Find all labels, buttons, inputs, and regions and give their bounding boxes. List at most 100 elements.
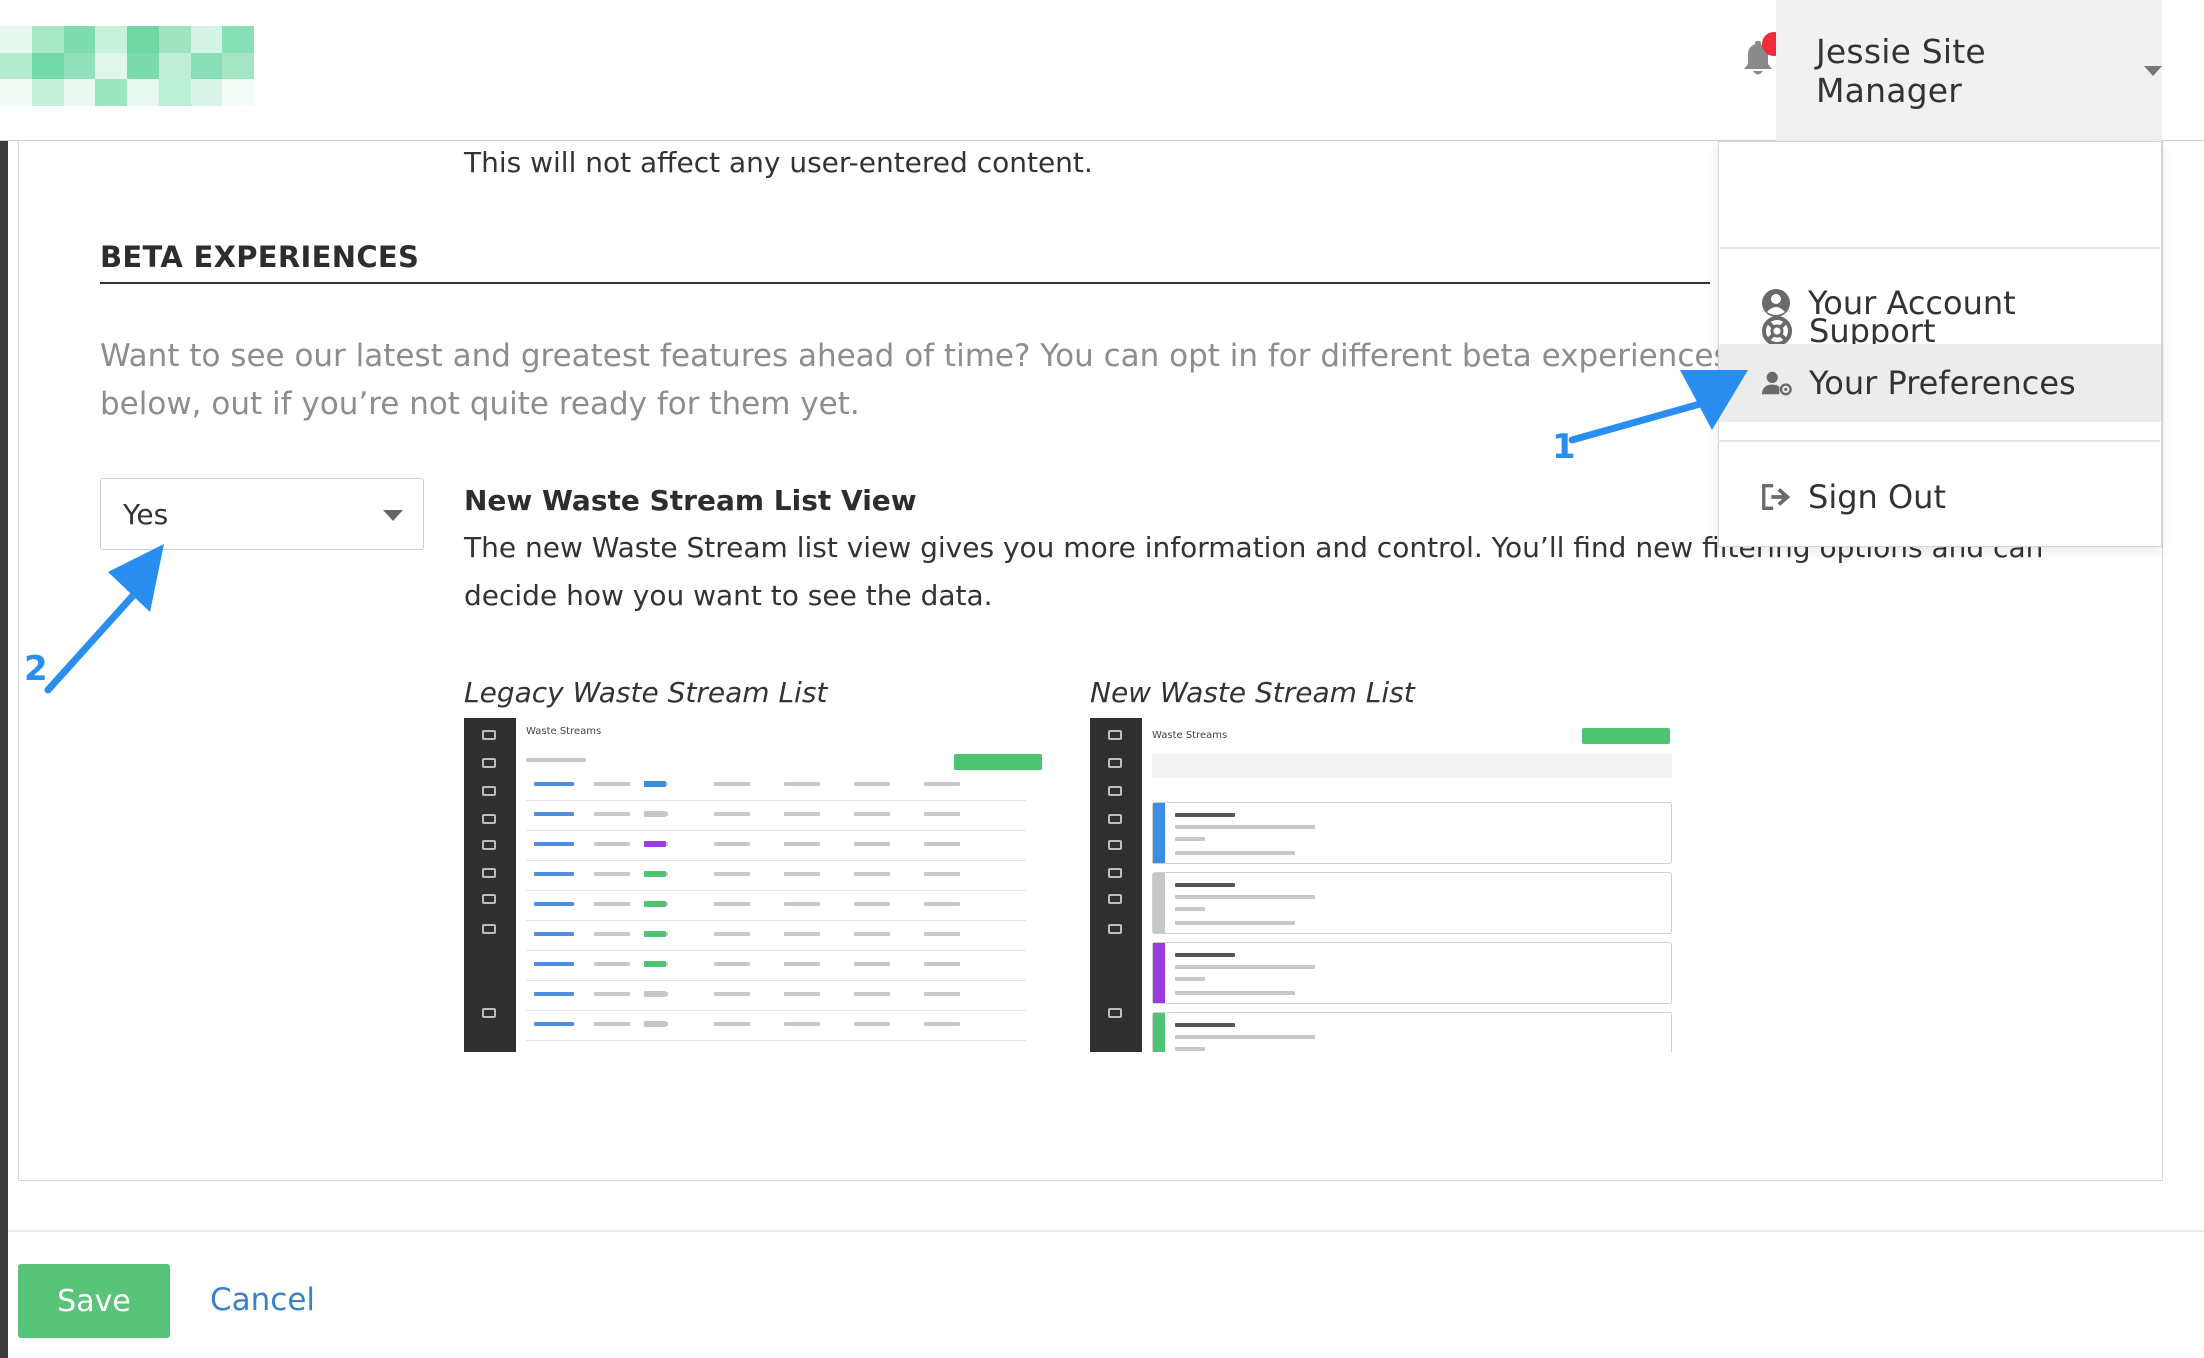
thumbnail-card-line <box>1175 977 1205 981</box>
thumbnail-cell <box>714 842 750 846</box>
new-list-screenshot: Waste Streams <box>1090 718 1672 1052</box>
thumbnail-header: Waste Streams <box>1152 730 1228 741</box>
cancel-link[interactable]: Cancel <box>210 1282 315 1318</box>
thumbnail-link <box>534 932 574 936</box>
thumbnail-card-line <box>1175 851 1295 855</box>
thumbnail-cell <box>784 932 820 936</box>
thumbnail-nav-icon <box>1108 840 1122 850</box>
section-divider <box>100 282 1710 284</box>
thumbnail-card-line <box>1175 837 1205 841</box>
thumbnail-link <box>534 812 574 816</box>
thumbnail-header: Waste Streams <box>526 726 602 737</box>
thumbnail-card-stripe <box>1153 803 1165 863</box>
thumbnail-link <box>534 992 574 996</box>
thumbnail-cell <box>714 812 750 816</box>
feature-title: New Waste Stream List View <box>464 484 917 517</box>
thumbnail-nav-icon <box>1108 894 1122 904</box>
thumbnail-card-line <box>1175 907 1205 911</box>
save-button[interactable]: Save <box>18 1264 170 1338</box>
thumbnail-nav-icon <box>482 814 496 824</box>
thumbnail-card <box>1152 872 1672 934</box>
thumbnail-cell <box>594 842 630 846</box>
thumbnail-cell <box>924 932 960 936</box>
thumbnail-cell <box>784 782 820 786</box>
thumbnail-card <box>1152 1012 1672 1052</box>
menu-divider <box>1718 440 2160 442</box>
thumbnail-link <box>534 1022 574 1026</box>
thumbnail-cell <box>714 1022 750 1026</box>
thumbnail-nav-icon <box>1108 786 1122 796</box>
thumbnail-nav-icon <box>482 786 496 796</box>
thumbnail-cell <box>784 872 820 876</box>
page: Jessie Site Manager This will not affect… <box>0 0 2204 1358</box>
thumbnail-card-stripe <box>1153 943 1165 1003</box>
thumbnail-nav-icon <box>1108 730 1122 740</box>
thumbnail-cell <box>594 902 630 906</box>
thumbnail-row-divider <box>526 950 1026 951</box>
thumbnail-row-divider <box>526 890 1026 891</box>
thumbnail-sidebar <box>464 718 516 1052</box>
thumbnail-card-stripe <box>1153 1013 1165 1052</box>
thumbnail-nav-icon <box>482 924 496 934</box>
thumbnail-cell <box>924 992 960 996</box>
thumbnail-card-title <box>1175 813 1235 817</box>
thumbnail-nav-icon <box>1108 868 1122 878</box>
thumbnail-cell <box>924 1022 960 1026</box>
thumbnail-cell <box>784 992 820 996</box>
menu-item-your-preferences[interactable]: Your Preferences <box>1719 344 2161 422</box>
thumbnail-status-pill <box>644 781 666 787</box>
thumbnail-nav-icon <box>482 758 496 768</box>
thumbnail-cell <box>594 962 630 966</box>
beta-opt-in-select[interactable]: Yes <box>100 478 424 550</box>
thumbnail-cell <box>854 812 890 816</box>
thumbnail-cell <box>924 872 960 876</box>
thumbnail-cell <box>714 992 750 996</box>
new-list-label: New Waste Stream List <box>1090 676 1415 709</box>
thumbnail-filter <box>526 758 586 762</box>
thumbnail-nav-icon <box>1108 758 1122 768</box>
thumbnail-card-line <box>1175 965 1315 969</box>
thumbnail-cell <box>924 782 960 786</box>
thumbnail-card-line <box>1175 1047 1205 1051</box>
menu-item-label: Your Preferences <box>1809 364 2076 402</box>
thumbnail-nav-icon <box>482 868 496 878</box>
thumbnail-cell <box>594 1022 630 1026</box>
thumbnail-status-pill <box>644 991 666 997</box>
thumbnail-card-line <box>1175 895 1315 899</box>
thumbnail-card-line <box>1175 991 1295 995</box>
thumbnail-card-title <box>1175 883 1235 887</box>
thumbnail-sidebar <box>1090 718 1142 1052</box>
thumbnail-create-button <box>954 754 1042 770</box>
user-gear-icon <box>1761 367 1793 399</box>
thumbnail-cell <box>594 782 630 786</box>
thumbnail-status-pill <box>644 841 666 847</box>
thumbnail-cell <box>924 962 960 966</box>
thumbnail-status-pill <box>644 901 666 907</box>
thumbnail-status-pill <box>644 811 666 817</box>
thumbnail-cell <box>594 872 630 876</box>
thumbnail-cell <box>784 902 820 906</box>
section-title: BETA EXPERIENCES <box>100 240 420 274</box>
thumbnail-cell <box>784 812 820 816</box>
legacy-list-label: Legacy Waste Stream List <box>464 676 828 709</box>
thumbnail-cell <box>854 1022 890 1026</box>
menu-item-your-account[interactable]: Your Account <box>1718 264 2160 342</box>
thumbnail-nav-icon <box>482 730 496 740</box>
thumbnail-cell <box>924 902 960 906</box>
thumbnail-card-title <box>1175 1023 1235 1027</box>
thumbnail-link <box>534 902 574 906</box>
footer-divider <box>8 1230 2204 1232</box>
thumbnail-card-stripe <box>1153 873 1165 933</box>
menu-item-sign-out[interactable]: Sign Out <box>1718 458 2160 536</box>
thumbnail-cell <box>714 902 750 906</box>
user-menu-toggle[interactable]: Jessie Site Manager <box>1776 0 2162 141</box>
thumbnail-nav-icon <box>482 1008 496 1018</box>
thumbnail-link <box>534 962 574 966</box>
section-description: Want to see our latest and greatest feat… <box>100 338 1730 422</box>
thumbnail-row-divider <box>526 800 1026 801</box>
thumbnail-nav-icon <box>1108 1008 1122 1018</box>
thumbnail-cell <box>854 992 890 996</box>
thumbnail-cell <box>594 812 630 816</box>
chevron-down-icon <box>2144 65 2162 76</box>
menu-divider <box>1718 247 2160 249</box>
